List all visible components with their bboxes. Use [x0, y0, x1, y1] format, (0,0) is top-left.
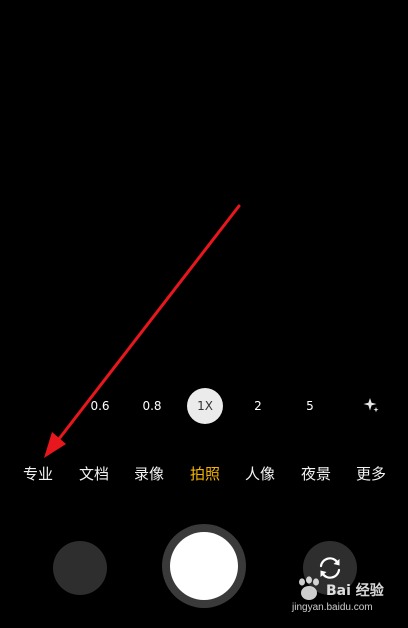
zoom-2[interactable]: 2 — [240, 388, 276, 424]
mode-video[interactable]: 录像 — [127, 462, 171, 486]
mode-document[interactable]: 文档 — [72, 462, 116, 486]
rotate-camera-icon — [319, 557, 341, 579]
mode-photo[interactable]: 拍照 — [183, 462, 227, 486]
sparkle-icon[interactable] — [362, 396, 380, 414]
mode-night[interactable]: 夜景 — [294, 462, 338, 486]
shutter-inner — [170, 532, 238, 600]
gallery-thumbnail[interactable] — [53, 541, 107, 595]
mode-portrait[interactable]: 人像 — [238, 462, 282, 486]
zoom-0-6[interactable]: 0.6 — [82, 388, 118, 424]
zoom-5[interactable]: 5 — [292, 388, 328, 424]
zoom-0-8[interactable]: 0.8 — [134, 388, 170, 424]
shutter-button[interactable] — [162, 524, 246, 608]
switch-camera-button[interactable] — [303, 541, 357, 595]
zoom-selector: 0.6 0.8 1X 2 5 — [0, 388, 408, 428]
mode-selector: 专业 文档 录像 拍照 人像 夜景 更多 — [0, 462, 408, 486]
mode-pro[interactable]: 专业 — [16, 462, 60, 486]
zoom-1x[interactable]: 1X — [187, 388, 223, 424]
mode-more[interactable]: 更多 — [349, 462, 393, 486]
